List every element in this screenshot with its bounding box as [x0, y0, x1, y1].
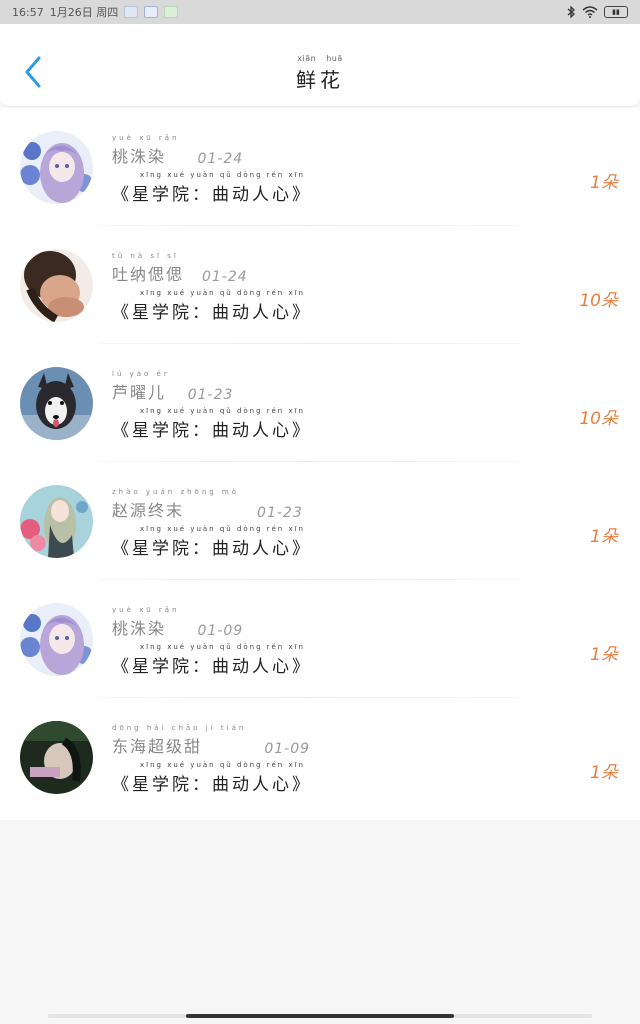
- book-title: 《星学院：曲动人心》: [112, 775, 312, 795]
- sender-name: 吐纳偲偲: [112, 265, 185, 284]
- bluetooth-icon: [567, 6, 575, 18]
- sender-name: 桃洙染: [112, 619, 167, 638]
- flower-amount: 1朵: [590, 527, 618, 547]
- home-indicator[interactable]: [186, 1014, 454, 1018]
- message-icon: [164, 6, 179, 18]
- sender-name: 桃洙染: [112, 147, 167, 166]
- avatar[interactable]: [20, 603, 93, 676]
- list-item[interactable]: lú yào ér 芦曜儿 01-23 xīng xué yuàn qǔ dòn…: [0, 344, 640, 462]
- book-title-pinyin: xīng xué yuàn qǔ dòng rén xīn: [140, 525, 305, 533]
- flower-amount: 1朵: [590, 173, 618, 193]
- item-date: 01-24: [197, 151, 244, 167]
- list-item[interactable]: zhào yuán zhōng mò 赵源终末 01-23 xīng xué y…: [0, 462, 640, 580]
- title-pinyin-2: huā: [326, 54, 343, 63]
- book-title-pinyin: xīng xué yuàn qǔ dòng rén xīn: [140, 761, 305, 769]
- book-title: 《星学院：曲动人心》: [112, 303, 312, 323]
- sender-name-pinyin: lú yào ér: [112, 370, 170, 378]
- wifi-icon: [582, 6, 598, 18]
- app-notification-icon: [144, 6, 159, 18]
- list-item[interactable]: dōng hǎi chāo jí tián 东海超级甜 01-09 xīng x…: [0, 698, 640, 816]
- sender-name-pinyin: yuè xū rǎn: [112, 606, 180, 614]
- avatar[interactable]: [20, 367, 93, 440]
- item-meta: zhào yuán zhōng mò 赵源终末 01-23 xīng xué y…: [112, 488, 312, 559]
- flower-amount: 10朵: [579, 409, 618, 429]
- sender-name-pinyin: yuè xū rǎn: [112, 134, 180, 142]
- avatar[interactable]: [20, 249, 93, 322]
- status-time: 16:57: [12, 5, 44, 19]
- flower-amount: 1朵: [590, 763, 618, 783]
- item-date: 01-24: [202, 269, 248, 285]
- avatar[interactable]: [20, 721, 93, 794]
- title-pinyin: xiān huā: [0, 54, 640, 63]
- sender-name-pinyin: dōng hǎi chāo jí tián: [112, 724, 247, 732]
- item-date: 01-09: [197, 623, 244, 639]
- book-title-pinyin: xīng xué yuàn qǔ dòng rén xīn: [140, 407, 305, 415]
- item-meta: yuè xū rǎn 桃洙染 01-09 xīng xué yuàn qǔ dò…: [112, 606, 312, 677]
- item-meta: lú yào ér 芦曜儿 01-23 xīng xué yuàn qǔ dòn…: [112, 370, 312, 441]
- title-pinyin-1: xiān: [297, 54, 317, 63]
- book-title: 《星学院：曲动人心》: [112, 421, 312, 441]
- avatar[interactable]: [20, 131, 93, 204]
- gift-list: yuè xū rǎn 桃洙染 01-24 xīng xué yuàn qǔ dò…: [0, 108, 640, 820]
- title-wrap: xiān huā 鲜花: [0, 54, 640, 93]
- sender-name-pinyin: tǔ nà sī sī: [112, 252, 179, 260]
- status-left: 16:57 1月26日 周四: [12, 4, 179, 20]
- book-title: 《星学院：曲动人心》: [112, 657, 312, 677]
- status-right: ▮▮: [566, 6, 628, 18]
- sender-name: 芦曜儿: [112, 383, 167, 402]
- sender-name: 赵源终末: [112, 501, 185, 520]
- sender-name-pinyin: zhào yuán zhōng mò: [112, 488, 240, 496]
- status-date: 1月26日 周四: [49, 6, 119, 19]
- item-meta: tǔ nà sī sī 吐纳偲偲 01-24 xīng xué yuàn qǔ …: [112, 252, 312, 323]
- item-meta: dōng hǎi chāo jí tián 东海超级甜 01-09 xīng x…: [112, 724, 312, 795]
- book-title-pinyin: xīng xué yuàn qǔ dòng rén xīn: [140, 289, 305, 297]
- sender-name: 东海超级甜: [112, 737, 203, 756]
- list-item[interactable]: yuè xū rǎn 桃洙染 01-24 xīng xué yuàn qǔ dò…: [0, 108, 640, 226]
- flower-amount: 1朵: [590, 645, 618, 665]
- book-title-pinyin: xīng xué yuàn qǔ dòng rén xīn: [140, 171, 305, 179]
- notification-icon: [124, 6, 139, 18]
- flower-amount: 10朵: [579, 291, 618, 311]
- page-title: 鲜花: [296, 68, 344, 92]
- page-header: xiān huā 鲜花: [0, 24, 640, 107]
- avatar[interactable]: [20, 485, 93, 558]
- item-meta: yuè xū rǎn 桃洙染 01-24 xīng xué yuàn qǔ dò…: [112, 134, 312, 205]
- battery-icon: ▮▮: [604, 6, 628, 18]
- book-title: 《星学院：曲动人心》: [112, 185, 312, 205]
- book-title-pinyin: xīng xué yuàn qǔ dòng rén xīn: [140, 643, 305, 651]
- status-bar: 16:57 1月26日 周四 ▮▮: [0, 0, 640, 24]
- item-date: 01-23: [187, 387, 234, 403]
- list-item[interactable]: yuè xū rǎn 桃洙染 01-09 xīng xué yuàn qǔ dò…: [0, 580, 640, 698]
- item-date: 01-23: [257, 505, 303, 521]
- item-date: 01-09: [264, 741, 311, 757]
- book-title: 《星学院：曲动人心》: [112, 539, 312, 559]
- list-item[interactable]: tǔ nà sī sī 吐纳偲偲 01-24 xīng xué yuàn qǔ …: [0, 226, 640, 344]
